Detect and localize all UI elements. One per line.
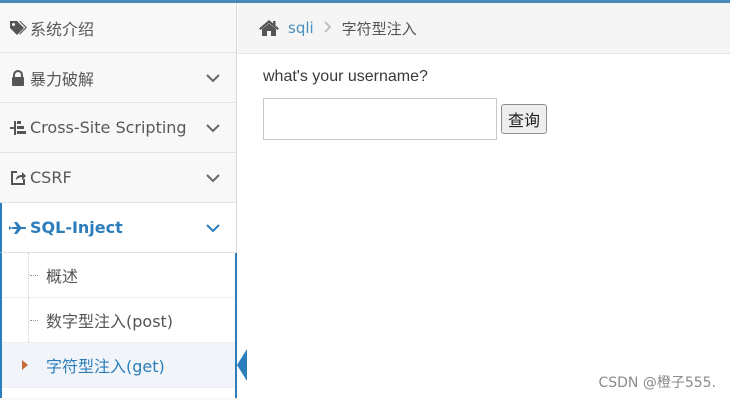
sidebar-item-sql-inject[interactable]: SQL-Inject bbox=[0, 203, 236, 253]
breadcrumb-separator-icon bbox=[324, 19, 332, 37]
breadcrumb-link-sqli[interactable]: sqli bbox=[288, 19, 314, 37]
username-input[interactable] bbox=[263, 98, 497, 140]
tree-dash bbox=[30, 275, 38, 276]
submenu-item-overview[interactable]: 概述 bbox=[2, 253, 235, 298]
sidebar-item-csrf[interactable]: CSRF bbox=[0, 153, 236, 203]
query-form: 查询 bbox=[263, 98, 730, 140]
submenu-item-numeric-post[interactable]: 数字型注入(post) bbox=[2, 298, 235, 343]
submenu-item-label: 字符型注入(get) bbox=[46, 357, 165, 376]
lock-icon bbox=[8, 69, 28, 86]
share-icon bbox=[8, 170, 28, 186]
sidebar-item-label: Cross-Site Scripting bbox=[30, 118, 187, 137]
sidebar-item-label: CSRF bbox=[30, 168, 72, 187]
sidebar-item-intro[interactable]: 系统介绍 bbox=[0, 3, 236, 53]
tree-dash bbox=[30, 320, 38, 321]
tree-guide-line bbox=[28, 298, 29, 342]
submenu-item-label: 数字型注入(post) bbox=[46, 312, 174, 331]
chevron-down-icon[interactable] bbox=[206, 171, 220, 185]
home-icon[interactable] bbox=[258, 19, 280, 37]
chevron-down-icon[interactable] bbox=[206, 71, 220, 85]
watermark: CSDN @橙子555. bbox=[598, 375, 716, 391]
sql-inject-submenu: 概述 数字型注入(post) 字符型注入(get) bbox=[0, 253, 247, 398]
sidebar-item-bruteforce[interactable]: 暴力破解 bbox=[0, 53, 236, 103]
submenu-item-partial bbox=[2, 388, 235, 398]
query-button[interactable]: 查询 bbox=[501, 104, 548, 134]
tree-icon bbox=[8, 120, 28, 136]
tags-icon bbox=[8, 20, 28, 36]
tree-guide-line bbox=[28, 253, 29, 297]
plane-icon bbox=[8, 221, 28, 234]
query-form-area: what's your username? 查询 bbox=[238, 54, 730, 140]
chevron-down-icon[interactable] bbox=[206, 121, 220, 135]
submenu-item-string-get[interactable]: 字符型注入(get) bbox=[2, 343, 247, 388]
main-content: sqli 字符型注入 what's your username? 查询 CSDN… bbox=[238, 3, 730, 400]
caret-right-icon bbox=[22, 360, 28, 370]
sidebar-item-label: 系统介绍 bbox=[30, 19, 95, 39]
sidebar-item-label: 暴力破解 bbox=[30, 69, 95, 89]
username-prompt: what's your username? bbox=[263, 68, 428, 85]
breadcrumb: sqli 字符型注入 bbox=[238, 3, 730, 54]
submenu-item-label: 概述 bbox=[46, 267, 79, 286]
sidebar-item-label: SQL-Inject bbox=[30, 218, 123, 237]
chevron-down-icon[interactable] bbox=[206, 221, 220, 235]
breadcrumb-current: 字符型注入 bbox=[341, 19, 417, 38]
sidebar: 系统介绍 暴力破解 Cross-Site Scripting CSRF SQL-… bbox=[0, 3, 247, 400]
sidebar-item-xss[interactable]: Cross-Site Scripting bbox=[0, 103, 236, 153]
